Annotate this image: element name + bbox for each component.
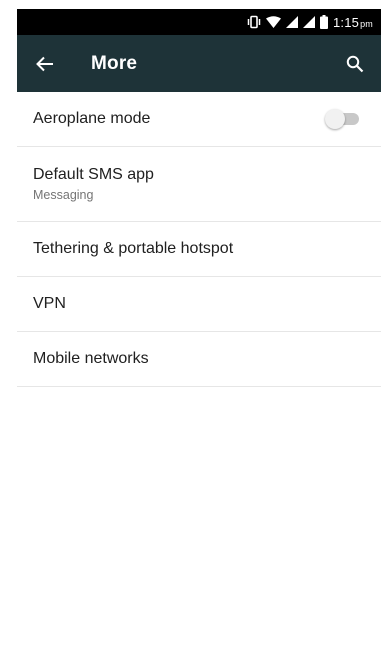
toggle-thumb [325, 109, 345, 129]
status-bar: 1:15pm [17, 9, 381, 35]
default-sms-app-value: Messaging [33, 188, 94, 202]
status-time-value: 1:15 [332, 14, 360, 30]
default-sms-app-item[interactable]: Default SMS app Messaging [17, 147, 381, 222]
vpn-label: VPN [33, 295, 66, 312]
vibrate-icon [247, 15, 261, 29]
search-icon [346, 55, 364, 73]
wifi-icon [265, 16, 281, 28]
default-sms-app-label: Default SMS app [33, 166, 154, 183]
phone-screen: 1:15pm More Aeroplane mode Default SMS a… [17, 9, 381, 655]
search-button[interactable] [339, 48, 371, 80]
signal-icon [285, 16, 298, 28]
page-title: More [91, 53, 138, 74]
mobile-networks-label: Mobile networks [33, 350, 149, 367]
app-toolbar: More [17, 35, 381, 92]
tethering-hotspot-label: Tethering & portable hotspot [33, 240, 234, 257]
settings-list: Aeroplane mode Default SMS app Messaging… [17, 92, 381, 387]
status-time-ampm: pm [360, 18, 373, 29]
status-icons: 1:15pm [247, 9, 373, 35]
mobile-networks-item[interactable]: Mobile networks [17, 332, 381, 387]
aeroplane-mode-item[interactable]: Aeroplane mode [17, 92, 381, 147]
aeroplane-mode-toggle[interactable] [325, 109, 361, 129]
tethering-hotspot-item[interactable]: Tethering & portable hotspot [17, 222, 381, 277]
battery-icon [319, 15, 328, 29]
arrow-left-icon [36, 56, 53, 72]
vpn-item[interactable]: VPN [17, 277, 381, 332]
status-time: 1:15pm [333, 15, 373, 30]
back-button[interactable] [29, 48, 61, 80]
signal-icon [302, 16, 315, 28]
